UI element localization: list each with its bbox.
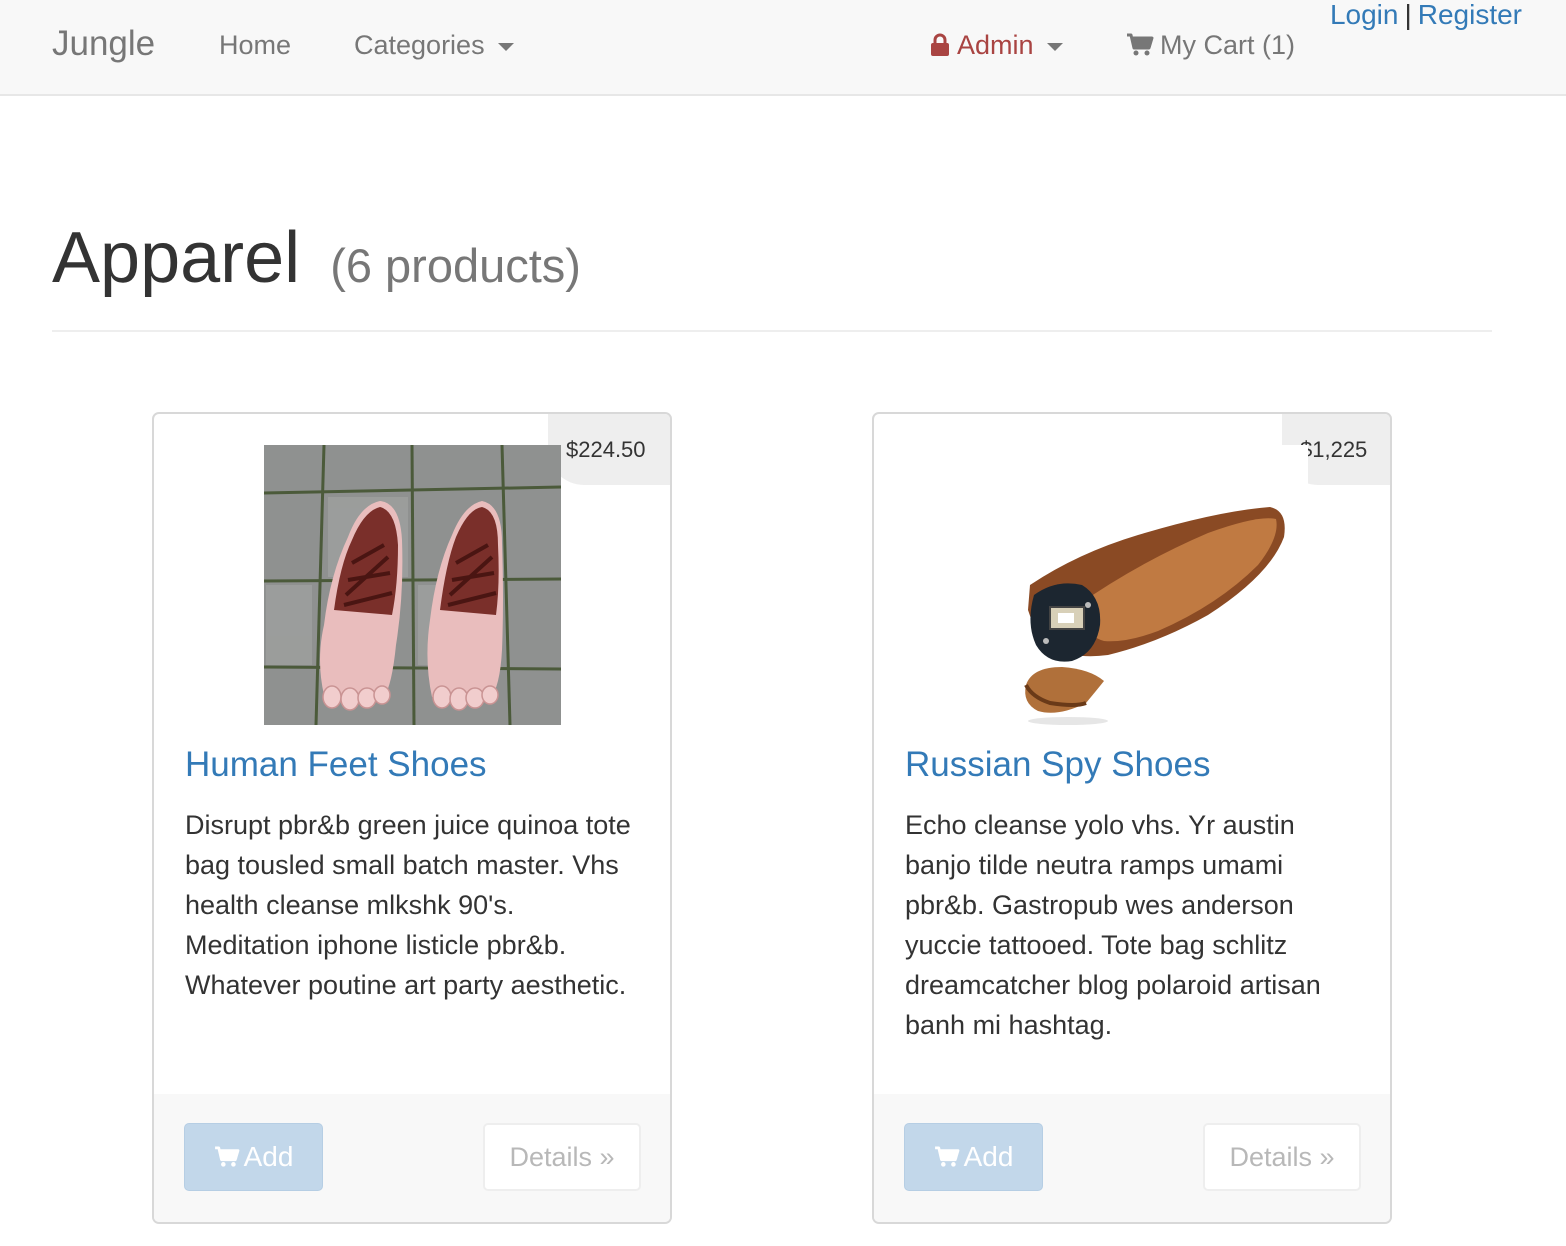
nav-categories-label: Categories bbox=[354, 30, 485, 60]
nav-home-label: Home bbox=[219, 30, 292, 60]
page-header: Apparel (6 products) bbox=[52, 212, 1492, 332]
add-button-label: Add bbox=[243, 1141, 294, 1172]
product-description: Echo cleanse yolo vhs. Yr austin banjo t… bbox=[905, 810, 1321, 1040]
navbar: Jungle Home Categories Admin My Cart (1)… bbox=[0, 0, 1566, 96]
add-button-label: Add bbox=[963, 1141, 1014, 1172]
nav-admin-label: Admin bbox=[957, 30, 1034, 60]
page-title: Apparel (6 products) bbox=[52, 212, 581, 312]
cart-icon bbox=[214, 1146, 239, 1167]
add-to-cart-button[interactable]: Add bbox=[184, 1123, 323, 1191]
product-card: $1,225 Russian Spy Shoes Echo cleanse yo… bbox=[872, 412, 1392, 1224]
chevron-down-icon bbox=[497, 42, 514, 51]
product-image[interactable] bbox=[264, 445, 561, 725]
nav-home-link[interactable]: Home bbox=[219, 26, 291, 64]
product-image[interactable] bbox=[958, 445, 1308, 725]
product-card: $224.50 Human Feet Shoes Disrupt pbr&b g… bbox=[152, 412, 672, 1224]
nav-cart-label: My Cart (1) bbox=[1160, 30, 1295, 60]
add-to-cart-button[interactable]: Add bbox=[904, 1123, 1043, 1191]
product-description: Disrupt pbr&b green juice quinoa tote ba… bbox=[185, 810, 631, 1000]
card-footer: Add Details » bbox=[874, 1094, 1390, 1222]
register-link[interactable]: Register bbox=[1418, 0, 1522, 30]
brand-link[interactable]: Jungle bbox=[52, 22, 155, 66]
nav-cart-link[interactable]: My Cart (1) bbox=[1126, 26, 1295, 64]
product-name-link[interactable]: Human Feet Shoes bbox=[185, 741, 487, 789]
details-button[interactable]: Details » bbox=[1203, 1123, 1361, 1191]
details-button[interactable]: Details » bbox=[483, 1123, 641, 1191]
cart-icon bbox=[1127, 33, 1154, 56]
nav-admin-dropdown[interactable]: Admin bbox=[930, 26, 1063, 64]
lock-icon bbox=[931, 33, 949, 56]
product-name-link[interactable]: Russian Spy Shoes bbox=[905, 741, 1210, 789]
card-footer: Add Details » bbox=[154, 1094, 670, 1222]
auth-separator: | bbox=[1404, 0, 1412, 30]
product-count: (6 products) bbox=[330, 239, 581, 292]
chevron-down-icon bbox=[1046, 42, 1063, 51]
auth-links: Login | Register bbox=[1330, 0, 1522, 34]
price-badge: $224.50 bbox=[548, 414, 670, 485]
nav-categories-dropdown[interactable]: Categories bbox=[354, 26, 514, 64]
page-title-text: Apparel bbox=[52, 218, 301, 298]
login-link[interactable]: Login bbox=[1330, 0, 1399, 30]
cart-icon bbox=[934, 1146, 959, 1167]
